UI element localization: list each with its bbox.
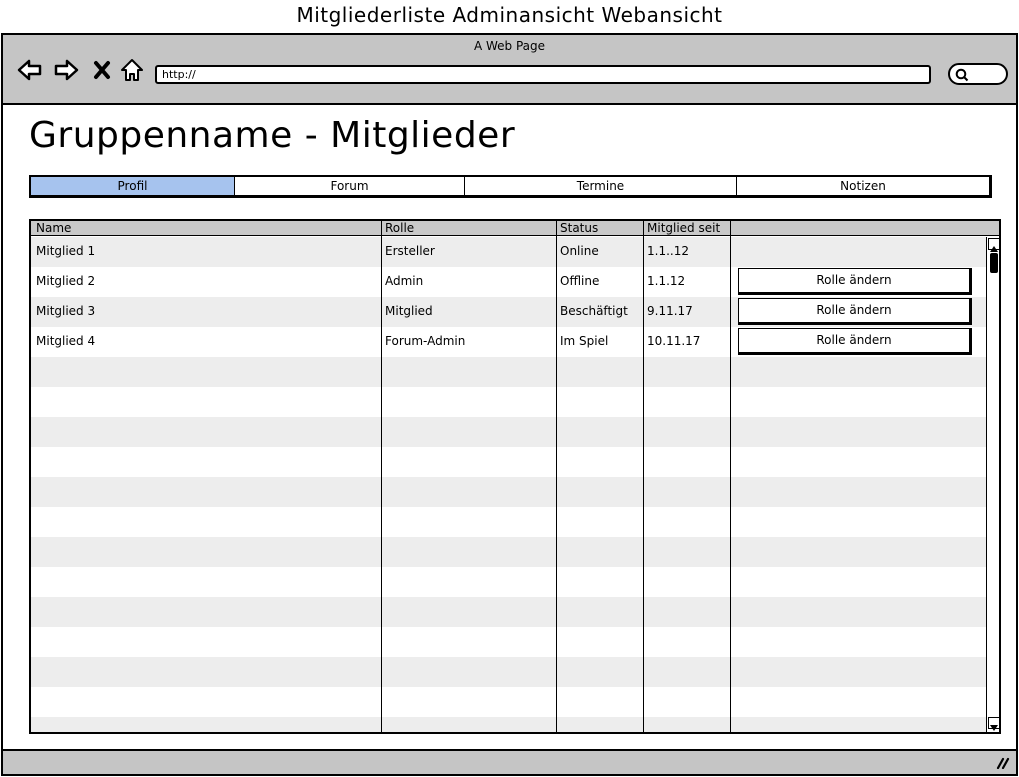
window-title: A Web Page — [473, 39, 546, 53]
cell-mitglied-seit: 1.1.12 — [647, 274, 686, 288]
empty-row — [31, 717, 986, 732]
caption-title: Mitgliederliste Adminansicht Webansicht — [296, 3, 723, 27]
change-role-button[interactable]: Rolle ändern — [738, 298, 972, 325]
tab-profil[interactable]: Profil — [31, 177, 235, 195]
browser-window: A Web Page http:// Gruppenname - Mitglie… — [1, 33, 1018, 776]
change-role-button[interactable]: Rolle ändern — [738, 268, 972, 295]
tab-termine[interactable]: Termine — [465, 177, 737, 195]
empty-row — [31, 357, 986, 387]
table-row[interactable]: Mitglied 2 Admin Offline 1.1.12 Rolle än… — [31, 267, 986, 297]
empty-row — [31, 507, 986, 537]
resize-grip-icon[interactable] — [996, 757, 1010, 769]
close-x-icon[interactable] — [92, 57, 112, 83]
cell-name: Mitglied 1 — [36, 244, 96, 258]
scroll-down-arrow-icon[interactable] — [988, 717, 999, 731]
table-row[interactable]: Mitglied 4 Forum-Admin Im Spiel 10.11.17… — [31, 327, 986, 357]
cell-status: Im Spiel — [560, 334, 609, 348]
cell-status: Beschäftigt — [560, 304, 628, 318]
cell-mitglied-seit: 10.11.17 — [647, 334, 701, 348]
cell-rolle: Mitglied — [385, 304, 433, 318]
column-header-rolle[interactable]: Rolle — [380, 221, 414, 236]
members-table: Name Rolle Status Mitglied seit Mitglied… — [29, 219, 1001, 734]
status-bar — [3, 749, 1016, 774]
empty-row — [31, 477, 986, 507]
empty-row — [31, 597, 986, 627]
cell-rolle: Forum-Admin — [385, 334, 466, 348]
url-input[interactable]: http:// — [155, 65, 931, 84]
cell-mitglied-seit: 1.1..12 — [647, 244, 689, 258]
cell-status: Offline — [560, 274, 600, 288]
scroll-thumb[interactable] — [990, 253, 998, 273]
empty-row — [31, 387, 986, 417]
change-role-button[interactable]: Rolle ändern — [738, 328, 972, 355]
tab-notizen[interactable]: Notizen — [737, 177, 989, 195]
cell-mitglied-seit: 9.11.17 — [647, 304, 693, 318]
vertical-scrollbar[interactable] — [986, 237, 999, 732]
empty-row — [31, 657, 986, 687]
column-divider — [381, 221, 382, 732]
column-header-mitglied-seit[interactable]: Mitglied seit — [642, 221, 720, 236]
table-header: Name Rolle Status Mitglied seit — [31, 221, 999, 236]
forward-arrow-icon[interactable] — [53, 57, 79, 83]
browser-toolbar: A Web Page http:// — [3, 35, 1016, 105]
empty-row — [31, 627, 986, 657]
table-body: Mitglied 1 Ersteller Online 1.1..12 Mitg… — [31, 237, 986, 732]
empty-row — [31, 417, 986, 447]
cell-name: Mitglied 3 — [36, 304, 96, 318]
empty-row — [31, 537, 986, 567]
empty-row — [31, 447, 986, 477]
back-arrow-icon[interactable] — [17, 57, 43, 83]
page-title: Gruppenname - Mitglieder — [29, 115, 516, 156]
scroll-up-arrow-icon[interactable] — [988, 238, 999, 252]
cell-rolle: Admin — [385, 274, 424, 288]
column-divider — [643, 221, 644, 732]
cell-name: Mitglied 4 — [36, 334, 96, 348]
empty-row — [31, 567, 986, 597]
column-divider — [730, 221, 731, 732]
search-icon — [955, 68, 969, 82]
column-header-status[interactable]: Status — [555, 221, 598, 236]
tab-forum[interactable]: Forum — [235, 177, 465, 195]
table-row[interactable]: Mitglied 3 Mitglied Beschäftigt 9.11.17 … — [31, 297, 986, 327]
column-divider — [556, 221, 557, 732]
empty-row — [31, 687, 986, 717]
column-header-name[interactable]: Name — [31, 221, 71, 236]
home-icon[interactable] — [119, 57, 145, 83]
cell-rolle: Ersteller — [385, 244, 435, 258]
table-row[interactable]: Mitglied 1 Ersteller Online 1.1..12 — [31, 237, 986, 267]
cell-name: Mitglied 2 — [36, 274, 96, 288]
tab-bar: Profil Forum Termine Notizen — [29, 175, 992, 198]
cell-status: Online — [560, 244, 599, 258]
search-field[interactable] — [948, 63, 1008, 85]
